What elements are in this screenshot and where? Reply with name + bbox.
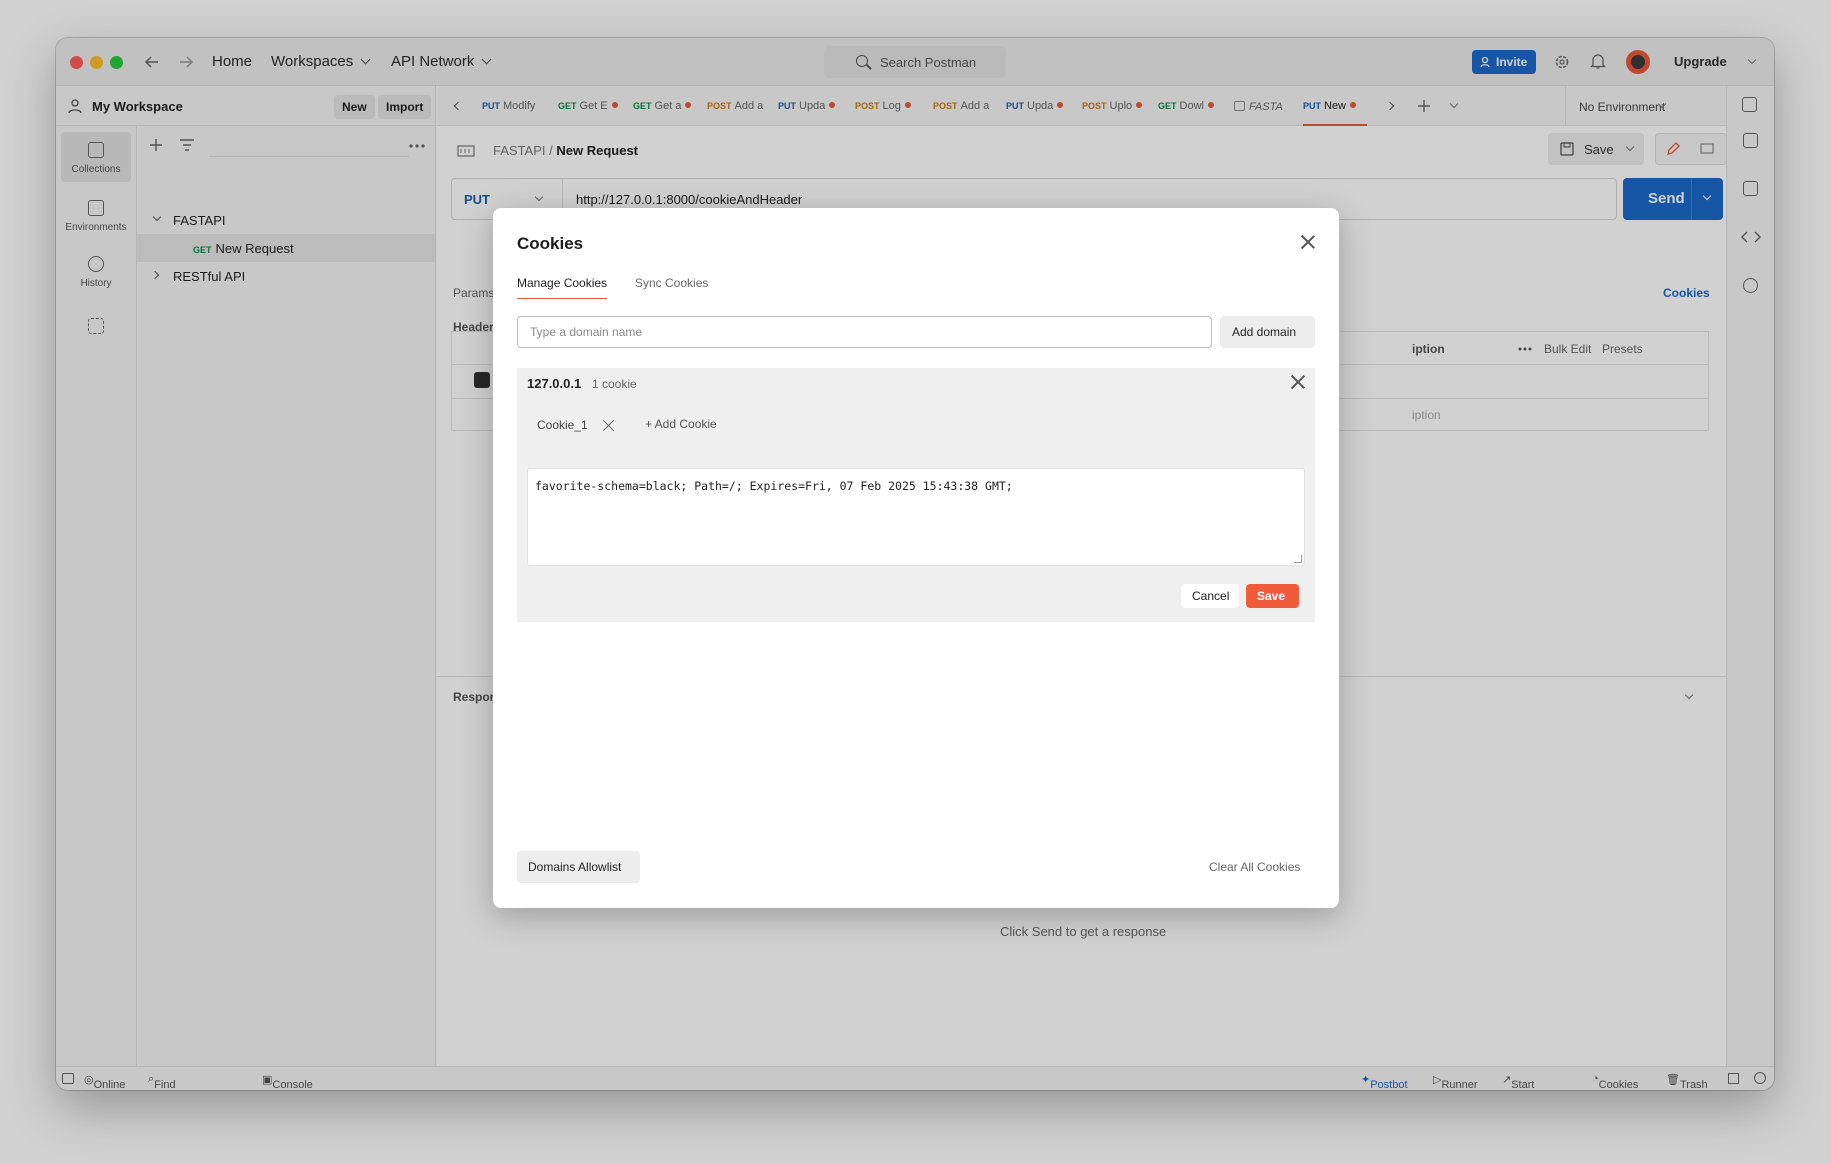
add-cookie-button[interactable]: + Add Cookie xyxy=(645,417,717,431)
remove-domain-icon[interactable] xyxy=(1291,375,1305,389)
click-send-hint: Click Send to get a response xyxy=(1000,924,1167,939)
clear-all-cookies-button[interactable]: Clear All Cookies xyxy=(1209,860,1300,874)
tab-manage-cookies[interactable]: Manage Cookies xyxy=(517,276,608,299)
domain-name-input[interactable]: Type a domain name xyxy=(517,316,1212,348)
add-domain-button[interactable]: Add domain xyxy=(1220,316,1315,348)
domains-allowlist-button[interactable]: Domains Allowlist xyxy=(517,851,640,883)
cookie-value: favorite-schema=black; Path=/; Expires=F… xyxy=(535,479,1013,493)
modal-title: Cookies xyxy=(517,234,584,253)
save-cookie-button[interactable]: Save xyxy=(1246,584,1299,608)
cookie-editor[interactable]: favorite-schema=black; Path=/; Expires=F… xyxy=(527,468,1305,566)
cancel-button[interactable]: Cancel xyxy=(1181,584,1239,608)
delete-cookie-icon[interactable] xyxy=(603,420,615,432)
cookie-count: 1 cookie xyxy=(592,377,637,391)
cookies-modal: Cookies Manage Cookies Sync Cookies Type… xyxy=(493,208,1339,908)
domain-panel: 127.0.0.1 1 cookie Cookie_1 + Add Cookie… xyxy=(517,368,1315,622)
cookie-chip[interactable]: Cookie_1 xyxy=(537,418,588,432)
close-icon[interactable] xyxy=(1301,235,1315,249)
tab-sync-cookies[interactable]: Sync Cookies xyxy=(635,276,708,298)
resize-grip[interactable] xyxy=(1294,555,1302,563)
domain-name: 127.0.0.1 xyxy=(527,376,582,391)
